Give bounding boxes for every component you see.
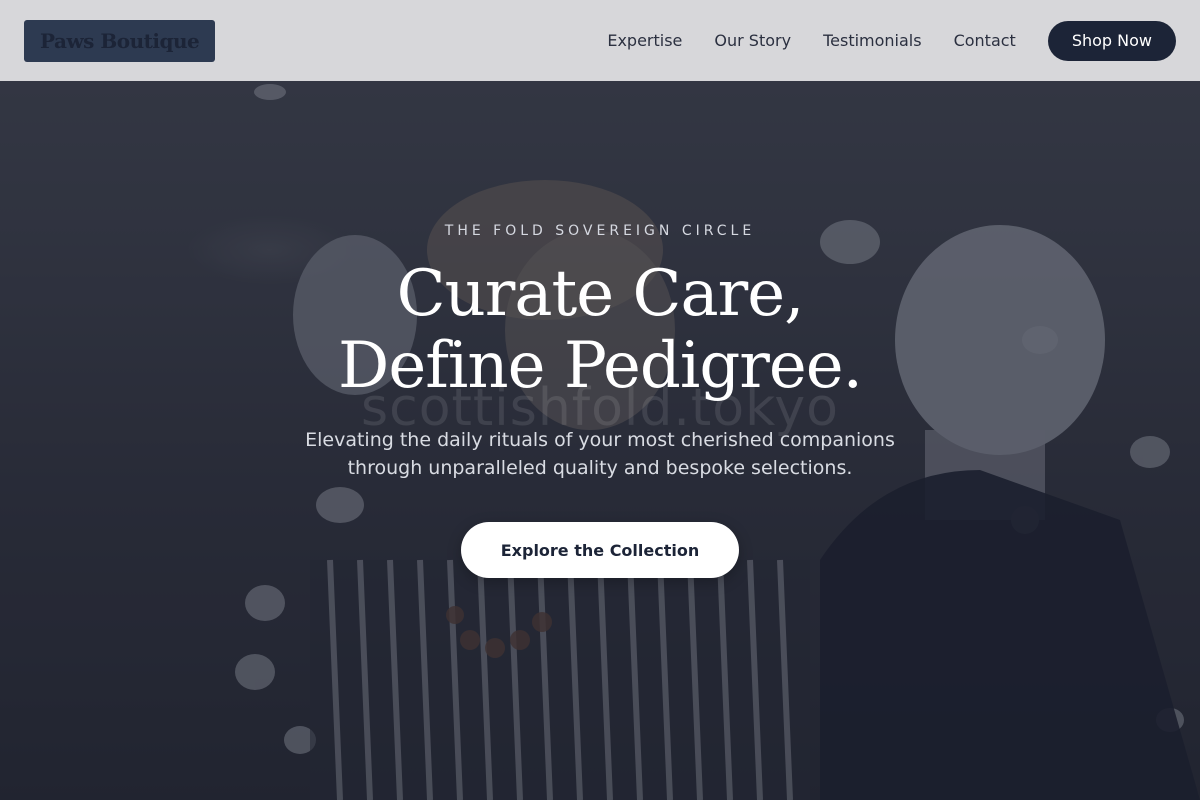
nav-link-testimonials[interactable]: Testimonials [823, 31, 922, 50]
explore-collection-button[interactable]: Explore the Collection [461, 522, 739, 578]
brand-logo[interactable]: Paws Boutique [24, 19, 216, 62]
top-navbar: Paws Boutique Expertise Our Story Testim… [0, 0, 1200, 81]
nav-link-expertise[interactable]: Expertise [607, 31, 682, 50]
page: THE FOLD SOVEREIGN CIRCLE scottishfold.t… [0, 0, 1200, 800]
hero-subtext: Elevating the daily rituals of your most… [280, 426, 920, 482]
nav-links: Expertise Our Story Testimonials Contact… [607, 20, 1176, 61]
brand-name: Paws Boutique [40, 28, 200, 53]
hero-headline-line-1: Curate Care, [396, 257, 805, 331]
hero-subtext-line-1: Elevating the daily rituals of your most… [305, 429, 895, 451]
hero-headline: Curate Care, Define Pedigree. [0, 258, 1200, 402]
hero-eyebrow: THE FOLD SOVEREIGN CIRCLE [444, 223, 756, 239]
shop-now-button[interactable]: Shop Now [1047, 20, 1176, 61]
nav-link-our-story[interactable]: Our Story [714, 31, 791, 50]
hero-subtext-line-2: through unparalleled quality and bespoke… [347, 457, 853, 479]
nav-link-contact[interactable]: Contact [954, 31, 1016, 50]
hero-headline-line-2: Define Pedigree. [338, 329, 863, 403]
